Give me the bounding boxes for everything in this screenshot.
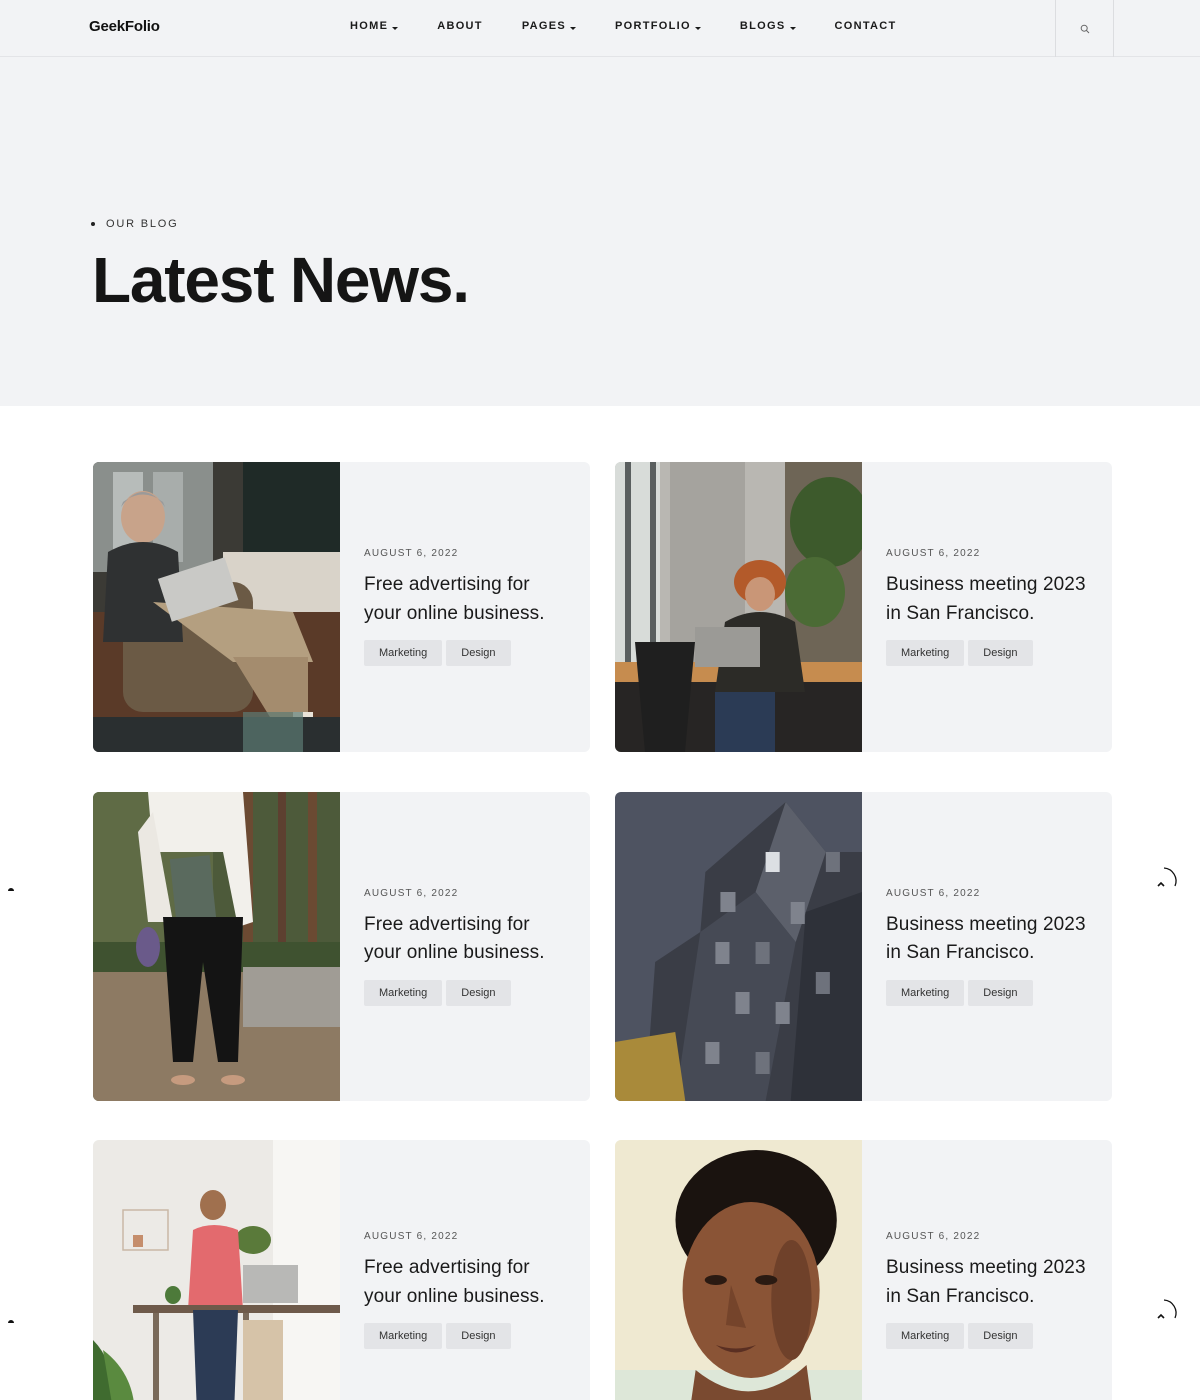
post-image[interactable] xyxy=(93,462,340,752)
chevron-down-icon xyxy=(392,26,399,30)
tag-marketing[interactable]: Marketing xyxy=(364,979,443,1006)
tag-marketing[interactable]: Marketing xyxy=(364,1323,443,1349)
tag-design[interactable]: Design xyxy=(446,1323,511,1349)
post-date: AUGUST 6, 2022 xyxy=(886,887,981,899)
nav-home[interactable]: HOME xyxy=(350,20,399,32)
blog-card[interactable]: AUGUST 6, 2022 Free advertising for your… xyxy=(93,462,590,752)
side-indicator xyxy=(8,1320,14,1323)
post-image[interactable] xyxy=(615,1140,862,1400)
nav-blogs-label: BLOGS xyxy=(739,20,786,32)
search-icon xyxy=(1080,24,1089,33)
tag-marketing[interactable]: Marketing xyxy=(886,640,965,666)
tag-design[interactable]: Design xyxy=(446,640,511,666)
nav-about[interactable]: ABOUT xyxy=(437,20,483,32)
post-date: AUGUST 6, 2022 xyxy=(364,1231,459,1242)
post-tags: Marketing Design xyxy=(364,640,572,666)
post-tags: Marketing Design xyxy=(886,1323,1094,1349)
post-title[interactable]: Free advertising for your online busines… xyxy=(364,1254,572,1311)
search-button[interactable] xyxy=(1055,0,1114,57)
nav-portfolio-label: PORTFOLIO xyxy=(615,20,691,32)
tag-marketing[interactable]: Marketing xyxy=(886,1323,965,1349)
nav-pages-label: PAGES xyxy=(521,20,567,32)
bullet-icon xyxy=(91,222,95,226)
post-body: AUGUST 6, 2022 Business meeting 2023 in … xyxy=(862,1140,1112,1400)
tag-design[interactable]: Design xyxy=(968,1323,1033,1349)
nav-contact[interactable]: CONTACT xyxy=(835,20,897,32)
chevron-down-icon xyxy=(789,26,796,30)
nav-contact-label: CONTACT xyxy=(834,20,897,32)
tag-design[interactable]: Design xyxy=(968,640,1033,666)
nav-home-label: HOME xyxy=(350,20,389,32)
post-body: AUGUST 6, 2022 Free advertising for your… xyxy=(340,1140,590,1400)
post-body: AUGUST 6, 2022 Free advertising for your… xyxy=(340,792,590,1101)
arrow-up-icon xyxy=(1157,1299,1177,1319)
post-date: AUGUST 6, 2022 xyxy=(886,1231,981,1242)
post-title[interactable]: Business meeting 2023 in San Francisco. xyxy=(886,1254,1094,1311)
chevron-down-icon xyxy=(570,26,577,30)
post-body: AUGUST 6, 2022 Business meeting 2023 in … xyxy=(862,792,1112,1101)
post-image[interactable] xyxy=(93,1140,340,1400)
post-title[interactable]: Business meeting 2023 in San Francisco. xyxy=(886,911,1094,968)
post-tags: Marketing Design xyxy=(364,979,572,1006)
blog-card[interactable]: AUGUST 6, 2022 Free advertising for your… xyxy=(93,792,590,1101)
scroll-to-top-button[interactable] xyxy=(1150,866,1180,896)
post-tags: Marketing Design xyxy=(886,640,1094,666)
blog-card[interactable]: AUGUST 6, 2022 Business meeting 2023 in … xyxy=(615,1140,1112,1400)
arrow-up-icon xyxy=(1157,867,1177,887)
page-title: Latest News. xyxy=(92,244,470,316)
site-header: GeekFolio HOME ABOUT PAGES PORTFOLIO BLO… xyxy=(0,0,1200,57)
post-date: AUGUST 6, 2022 xyxy=(364,887,459,899)
tag-marketing[interactable]: Marketing xyxy=(364,640,443,666)
tag-marketing[interactable]: Marketing xyxy=(886,979,965,1006)
tag-design[interactable]: Design xyxy=(968,979,1033,1006)
section-eyebrow: OUR BLOG xyxy=(91,218,178,230)
nav-pages[interactable]: PAGES xyxy=(521,20,577,32)
post-title[interactable]: Business meeting 2023 in San Francisco. xyxy=(886,571,1094,628)
chevron-down-icon xyxy=(694,26,701,30)
post-date: AUGUST 6, 2022 xyxy=(886,548,981,559)
post-image[interactable] xyxy=(615,792,862,1101)
hero-section: OUR BLOG Latest News. xyxy=(0,57,1200,406)
nav-portfolio[interactable]: PORTFOLIO xyxy=(615,20,701,32)
main-nav: HOME ABOUT PAGES PORTFOLIO BLOGS CONTACT xyxy=(350,20,897,32)
side-indicator xyxy=(8,888,14,891)
eyebrow-label: OUR BLOG xyxy=(106,218,179,230)
blog-card[interactable]: AUGUST 6, 2022 Free advertising for your… xyxy=(93,1140,590,1400)
nav-about-label: ABOUT xyxy=(437,20,483,32)
blog-card[interactable]: AUGUST 6, 2022 Business meeting 2023 in … xyxy=(615,792,1112,1101)
post-title[interactable]: Free advertising for your online busines… xyxy=(364,911,572,968)
blog-card[interactable]: AUGUST 6, 2022 Business meeting 2023 in … xyxy=(615,462,1112,752)
scroll-to-top-button[interactable] xyxy=(1150,1298,1180,1328)
tag-design[interactable]: Design xyxy=(446,979,511,1006)
post-image[interactable] xyxy=(93,792,340,1101)
post-body: AUGUST 6, 2022 Free advertising for your… xyxy=(340,462,590,752)
nav-blogs[interactable]: BLOGS xyxy=(740,20,796,32)
post-title[interactable]: Free advertising for your online busines… xyxy=(364,571,572,628)
logo[interactable]: GeekFolio xyxy=(89,18,160,35)
post-body: AUGUST 6, 2022 Business meeting 2023 in … xyxy=(862,462,1112,752)
post-tags: Marketing Design xyxy=(886,979,1094,1006)
post-tags: Marketing Design xyxy=(364,1323,572,1349)
post-image[interactable] xyxy=(615,462,862,752)
post-date: AUGUST 6, 2022 xyxy=(364,548,459,559)
